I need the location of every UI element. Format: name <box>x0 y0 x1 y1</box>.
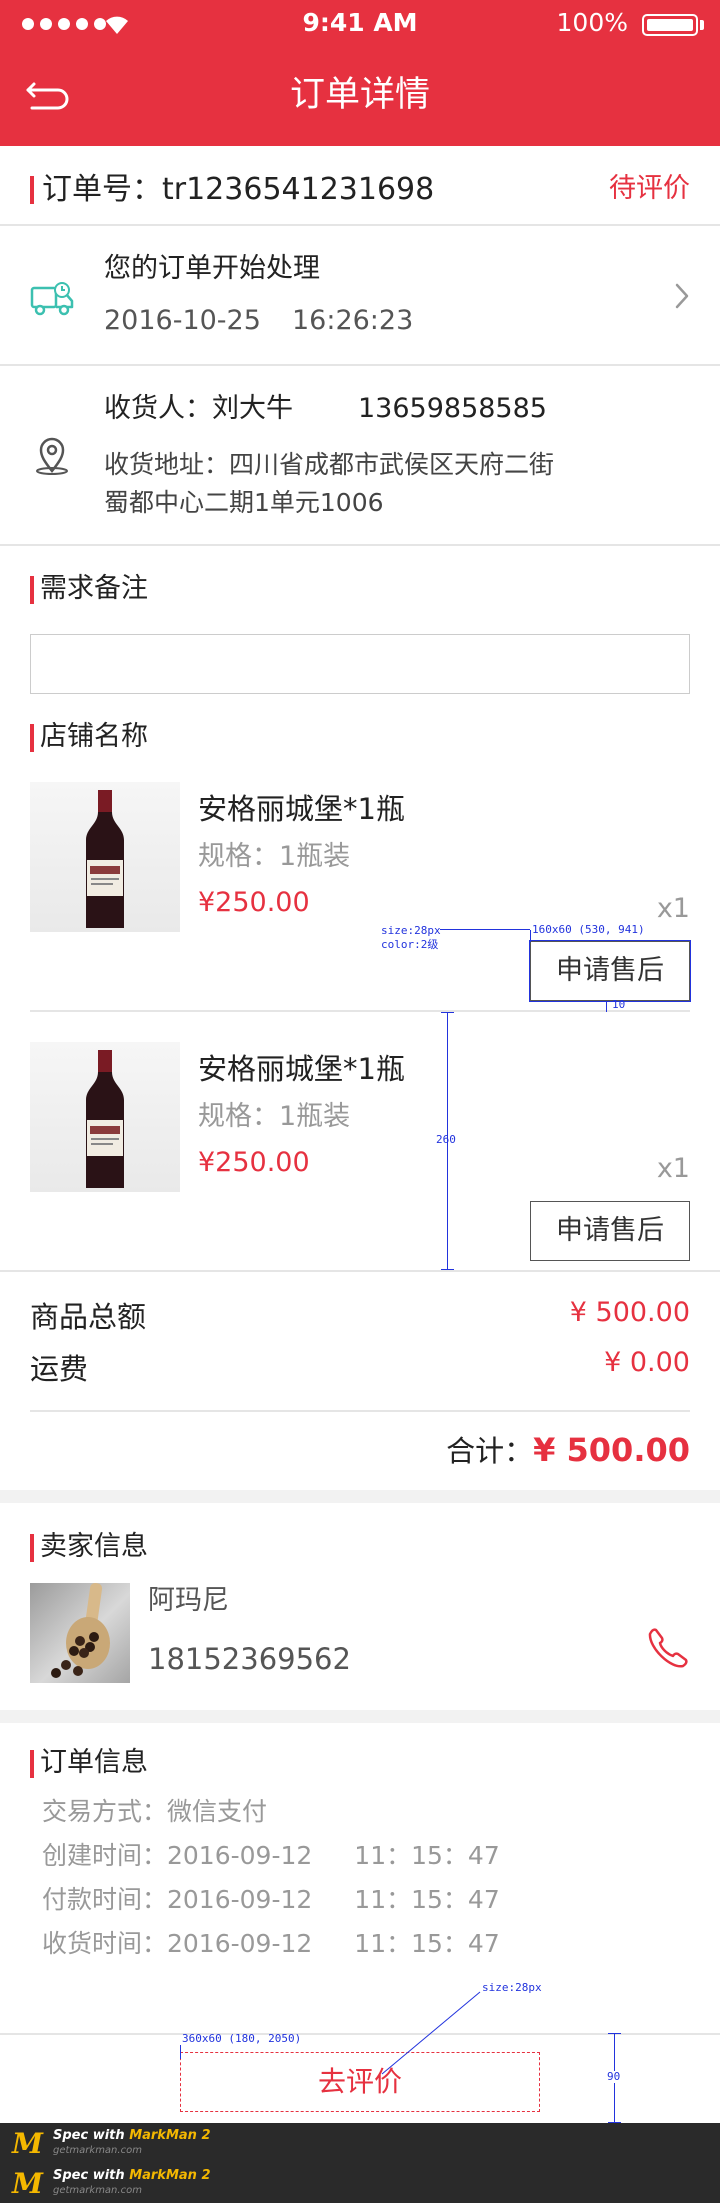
logistics-date: 2016-10-25 <box>104 305 261 336</box>
order-number-label: 订单号：tr1236541231698 <box>42 172 435 207</box>
product-image <box>30 782 180 932</box>
section-marker <box>30 1750 34 1778</box>
review-button[interactable]: 去评价 <box>180 2052 540 2112</box>
seller-title: 卖家信息 <box>40 1531 148 1562</box>
chevron-right-icon <box>675 283 689 309</box>
header: 9:41 AM 100% 订单详情 <box>0 0 720 146</box>
spec-color-note: color:2级 <box>381 938 439 951</box>
spec-size-note: size:28px <box>381 924 441 937</box>
receiver-address: 收货地址：四川省成都市武侯区天府二街 蜀都中心二期1单元1006 <box>104 450 555 517</box>
product-spec: 规格：1瓶装 <box>198 841 351 872</box>
seller-avatar <box>30 1583 130 1683</box>
order-total-value: ¥ 500.00 <box>533 1431 690 1469</box>
section-marker <box>30 1534 34 1562</box>
after-sale-button[interactable]: 申请售后 <box>530 1201 690 1261</box>
product-name: 安格丽城堡*1瓶 <box>198 1052 405 1086</box>
section-marker <box>30 176 34 204</box>
section-marker <box>30 576 34 604</box>
seller-phone: 18152369562 <box>148 1642 351 1676</box>
markman-footer: M Spec with MarkMan 2 getmarkman.com M S… <box>0 2123 720 2203</box>
payment-method: 交易方式：微信支付 <box>42 1797 268 1826</box>
product-item[interactable]: 安格丽城堡*1瓶 规格：1瓶装 ¥250.00 x1 申请售后 <box>0 1012 720 1270</box>
spec-review-size-note: size:28px <box>482 1981 542 1994</box>
received-time: 收货时间：2016-09-12 11：15：47 <box>42 1929 500 1958</box>
page-title: 订单详情 <box>289 75 430 115</box>
order-number: tr1236541231698 <box>162 172 435 207</box>
phone-call-icon[interactable] <box>646 1626 690 1670</box>
spec-height-90: 90 <box>607 2070 621 2083</box>
product-image <box>30 1042 180 1192</box>
order-total: 合计：¥ 500.00 <box>446 1431 690 1469</box>
product-spec: 规格：1瓶装 <box>198 1101 351 1132</box>
spec-review-dimensions: 360x60 (180, 2050) <box>182 2032 302 2045</box>
order-info-list: 交易方式：微信支付 创建时间：2016-09-12 11：15：47 付款时间：2… <box>42 1790 500 1966</box>
order-info-title: 订单信息 <box>40 1747 148 1778</box>
product-name: 安格丽城堡*1瓶 <box>198 792 405 826</box>
goods-total-value: ¥ 500.00 <box>569 1297 690 1328</box>
wine-bottle-icon <box>86 790 124 928</box>
receiver-phone: 13659858585 <box>358 393 547 424</box>
freight-value: ¥ 0.00 <box>604 1347 690 1378</box>
spec-height-260: 260 <box>436 1133 456 1146</box>
wine-bottle-icon <box>86 1050 124 1188</box>
shop-name: 店铺名称 <box>40 721 148 752</box>
status-bar: 9:41 AM 100% <box>0 0 720 48</box>
section-marker <box>30 724 34 752</box>
created-time: 创建时间：2016-09-12 11：15：47 <box>42 1841 500 1870</box>
product-price: ¥250.00 <box>198 887 310 918</box>
product-quantity: x1 <box>656 1153 690 1184</box>
battery-icon <box>642 14 698 36</box>
logistics-time: 16:26:23 <box>292 305 414 336</box>
product-price: ¥250.00 <box>198 1147 310 1178</box>
receiver-name: 收货人：刘大牛 <box>104 393 293 424</box>
spec-gap-10: 10 <box>612 998 626 1011</box>
remark-title: 需求备注 <box>40 573 148 604</box>
coffee-spoon-icon <box>51 1583 110 1678</box>
battery-percent: 100% <box>556 8 628 37</box>
seller-name: 阿玛尼 <box>148 1585 229 1616</box>
location-pin-icon <box>36 437 68 475</box>
logistics-message: 您的订单开始处理 <box>104 253 320 284</box>
spec-after-sale-box <box>529 940 691 1002</box>
remark-input[interactable] <box>30 634 690 694</box>
markman-logo-icon: M <box>12 2166 43 2200</box>
freight-label: 运费 <box>30 1352 89 1386</box>
markman-logo-icon: M <box>12 2126 43 2160</box>
logistics-row[interactable]: 您的订单开始处理 2016-10-25 16:26:23 <box>0 226 720 364</box>
spec-after-sale-dimensions: 160x60 (530, 941) <box>532 923 645 936</box>
paid-time: 付款时间：2016-09-12 11：15：47 <box>42 1885 500 1914</box>
product-quantity: x1 <box>656 893 690 924</box>
order-status: 待评价 <box>609 173 690 204</box>
delivery-truck-icon <box>30 282 74 316</box>
goods-total-label: 商品总额 <box>30 1300 147 1334</box>
